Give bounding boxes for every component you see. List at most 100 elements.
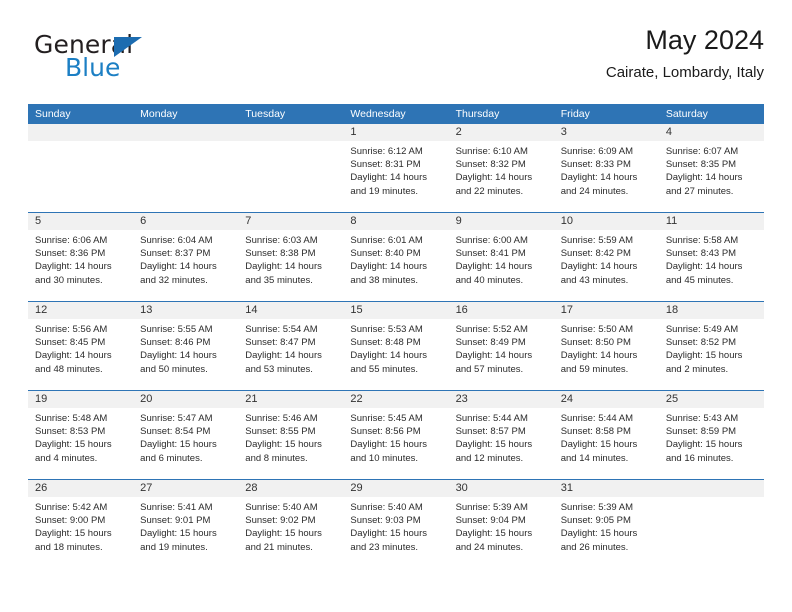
- calendar-page: General Blue May 2024 Cairate, Lombardy,…: [0, 0, 792, 612]
- sunset-text: Sunset: 8:32 PM: [455, 159, 526, 171]
- sunrise-text: Sunrise: 5:48 AM: [35, 413, 108, 424]
- sunrise-text: Sunrise: 6:07 AM: [665, 146, 739, 157]
- weekday-header-row: Sunday Monday Tuesday Wednesday Thursday…: [28, 104, 764, 124]
- day-cell[interactable]: 3 Sunrise: 6:09 AM Sunset: 8:33 PM Dayli…: [553, 124, 659, 212]
- day-cell[interactable]: 18 Sunrise: 5:49 AM Sunset: 8:52 PM Dayl…: [658, 302, 764, 390]
- daylight-text-line1: Daylight: 14 hours: [665, 172, 743, 184]
- daylight-text-line2: and 8 minutes.: [245, 452, 308, 464]
- daylight-text-line2: and 50 minutes.: [140, 363, 208, 375]
- day-cell[interactable]: 9 Sunrise: 6:00 AM Sunset: 8:41 PM Dayli…: [448, 213, 554, 301]
- daylight-text-line2: and 24 minutes.: [455, 541, 524, 553]
- day-details: Sunrise: 5:55 AM Sunset: 8:46 PM Dayligh…: [133, 319, 238, 376]
- day-cell[interactable]: 4 Sunrise: 6:07 AM Sunset: 8:35 PM Dayli…: [658, 124, 764, 212]
- daylight-text-line1: Daylight: 14 hours: [455, 350, 533, 362]
- day-number: 10: [553, 213, 659, 230]
- day-cell[interactable]: 14 Sunrise: 5:54 AM Sunset: 8:47 PM Dayl…: [238, 302, 344, 390]
- day-cell[interactable]: 5 Sunrise: 6:06 AM Sunset: 8:36 PM Dayli…: [28, 213, 134, 301]
- day-details: Sunrise: 5:40 AM Sunset: 9:02 PM Dayligh…: [238, 497, 343, 554]
- sunset-text: Sunset: 9:03 PM: [350, 515, 421, 527]
- day-cell[interactable]: 1 Sunrise: 6:12 AM Sunset: 8:31 PM Dayli…: [343, 124, 449, 212]
- daylight-text-line2: and 12 minutes.: [455, 452, 524, 464]
- day-number: 24: [553, 391, 659, 408]
- day-details: Sunrise: 6:01 AM Sunset: 8:40 PM Dayligh…: [343, 230, 448, 287]
- sunset-text: Sunset: 8:40 PM: [350, 248, 421, 260]
- sunset-text: Sunset: 8:33 PM: [560, 159, 631, 171]
- sunset-text: Sunset: 8:55 PM: [245, 426, 316, 438]
- daylight-text-line1: Daylight: 15 hours: [350, 439, 427, 451]
- day-cell[interactable]: 31 Sunrise: 5:39 AM Sunset: 9:05 PM Dayl…: [553, 480, 659, 568]
- day-details: Sunrise: 5:39 AM Sunset: 9:04 PM Dayligh…: [449, 497, 554, 554]
- daylight-text-line2: and 53 minutes.: [245, 363, 313, 375]
- day-details: Sunrise: 6:12 AM Sunset: 8:31 PM Dayligh…: [343, 141, 448, 198]
- day-cell[interactable]: 22 Sunrise: 5:45 AM Sunset: 8:56 PM Dayl…: [343, 391, 449, 479]
- day-cell[interactable]: 23 Sunrise: 5:44 AM Sunset: 8:57 PM Dayl…: [448, 391, 554, 479]
- day-cell[interactable]: 25 Sunrise: 5:43 AM Sunset: 8:59 PM Dayl…: [658, 391, 764, 479]
- daylight-text-line1: Daylight: 15 hours: [560, 528, 638, 540]
- sunset-text: Sunset: 8:52 PM: [665, 337, 737, 349]
- daylight-text-line2: and 40 minutes.: [455, 274, 524, 286]
- sunrise-text: Sunrise: 5:49 AM: [665, 324, 739, 335]
- day-details: Sunrise: 5:43 AM Sunset: 8:59 PM Dayligh…: [659, 408, 764, 465]
- sunrise-text: Sunrise: 5:42 AM: [35, 502, 108, 513]
- day-cell[interactable]: 2 Sunrise: 6:10 AM Sunset: 8:32 PM Dayli…: [448, 124, 554, 212]
- day-cell[interactable]: 16 Sunrise: 5:52 AM Sunset: 8:49 PM Dayl…: [448, 302, 554, 390]
- daylight-text-line1: Daylight: 14 hours: [560, 172, 638, 184]
- general-blue-logo[interactable]: General Blue: [34, 32, 264, 90]
- weekday-header-saturday: Saturday: [665, 108, 708, 120]
- day-number: 4: [658, 124, 764, 141]
- day-cell[interactable]: 26 Sunrise: 5:42 AM Sunset: 9:00 PM Dayl…: [28, 480, 134, 568]
- day-details: Sunrise: 5:41 AM Sunset: 9:01 PM Dayligh…: [133, 497, 238, 554]
- sunset-text: Sunset: 8:58 PM: [560, 426, 631, 438]
- daylight-text-line2: and 21 minutes.: [245, 541, 313, 553]
- day-details: Sunrise: 5:53 AM Sunset: 8:48 PM Dayligh…: [343, 319, 448, 376]
- sunrise-text: Sunrise: 6:04 AM: [140, 235, 213, 246]
- calendar-week-row: 1 Sunrise: 6:12 AM Sunset: 8:31 PM Dayli…: [28, 124, 764, 212]
- day-details: Sunrise: 5:46 AM Sunset: 8:55 PM Dayligh…: [238, 408, 343, 465]
- daylight-text-line2: and 48 minutes.: [35, 363, 103, 375]
- logo-text-blue: Blue: [65, 53, 121, 82]
- day-cell[interactable]: 6 Sunrise: 6:04 AM Sunset: 8:37 PM Dayli…: [133, 213, 239, 301]
- calendar-week-row: 19 Sunrise: 5:48 AM Sunset: 8:53 PM Dayl…: [28, 390, 764, 479]
- weekday-header-monday: Monday: [140, 108, 178, 120]
- day-number: 18: [658, 302, 764, 319]
- day-cell[interactable]: 8 Sunrise: 6:01 AM Sunset: 8:40 PM Dayli…: [343, 213, 449, 301]
- day-cell[interactable]: 17 Sunrise: 5:50 AM Sunset: 8:50 PM Dayl…: [553, 302, 659, 390]
- daylight-text-line2: and 55 minutes.: [350, 363, 419, 375]
- day-cell[interactable]: 7 Sunrise: 6:03 AM Sunset: 8:38 PM Dayli…: [238, 213, 344, 301]
- day-cell[interactable]: 13 Sunrise: 5:55 AM Sunset: 8:46 PM Dayl…: [133, 302, 239, 390]
- day-details: Sunrise: 5:59 AM Sunset: 8:42 PM Dayligh…: [554, 230, 659, 287]
- day-cell[interactable]: 15 Sunrise: 5:53 AM Sunset: 8:48 PM Dayl…: [343, 302, 449, 390]
- day-number: 28: [238, 480, 344, 497]
- page-header: General Blue May 2024 Cairate, Lombardy,…: [28, 25, 764, 96]
- day-cell[interactable]: 20 Sunrise: 5:47 AM Sunset: 8:54 PM Dayl…: [133, 391, 239, 479]
- day-cell[interactable]: 29 Sunrise: 5:40 AM Sunset: 9:03 PM Dayl…: [343, 480, 449, 568]
- day-number: 19: [28, 391, 134, 408]
- page-title: May 2024: [645, 25, 764, 55]
- day-cell[interactable]: 12 Sunrise: 5:56 AM Sunset: 8:45 PM Dayl…: [28, 302, 134, 390]
- daylight-text-line2: and 32 minutes.: [140, 274, 208, 286]
- daylight-text-line2: and 10 minutes.: [350, 452, 419, 464]
- calendar-week-row: 26 Sunrise: 5:42 AM Sunset: 9:00 PM Dayl…: [28, 479, 764, 568]
- daylight-text-line1: Daylight: 15 hours: [140, 439, 217, 451]
- day-cell[interactable]: 27 Sunrise: 5:41 AM Sunset: 9:01 PM Dayl…: [133, 480, 239, 568]
- daylight-text-line1: Daylight: 14 hours: [140, 261, 217, 273]
- daylight-text-line1: Daylight: 14 hours: [455, 261, 533, 273]
- day-cell[interactable]: 10 Sunrise: 5:59 AM Sunset: 8:42 PM Dayl…: [553, 213, 659, 301]
- day-cell[interactable]: 28 Sunrise: 5:40 AM Sunset: 9:02 PM Dayl…: [238, 480, 344, 568]
- day-details: Sunrise: 5:42 AM Sunset: 9:00 PM Dayligh…: [28, 497, 133, 554]
- sunrise-text: Sunrise: 5:52 AM: [455, 324, 528, 335]
- daylight-text-line1: Daylight: 14 hours: [140, 350, 217, 362]
- day-cell[interactable]: 24 Sunrise: 5:44 AM Sunset: 8:58 PM Dayl…: [553, 391, 659, 479]
- sunset-text: Sunset: 8:36 PM: [35, 248, 106, 260]
- day-cell[interactable]: 11 Sunrise: 5:58 AM Sunset: 8:43 PM Dayl…: [658, 213, 764, 301]
- daylight-text-line1: Daylight: 15 hours: [350, 528, 427, 540]
- daylight-text-line1: Daylight: 14 hours: [455, 172, 533, 184]
- day-cell[interactable]: 21 Sunrise: 5:46 AM Sunset: 8:55 PM Dayl…: [238, 391, 344, 479]
- sunrise-text: Sunrise: 5:41 AM: [140, 502, 213, 513]
- day-cell-empty: [238, 124, 344, 212]
- daylight-text-line1: Daylight: 15 hours: [665, 350, 743, 362]
- day-number: 22: [343, 391, 449, 408]
- sunset-text: Sunset: 8:37 PM: [140, 248, 211, 260]
- day-cell[interactable]: 19 Sunrise: 5:48 AM Sunset: 8:53 PM Dayl…: [28, 391, 134, 479]
- day-cell[interactable]: 30 Sunrise: 5:39 AM Sunset: 9:04 PM Dayl…: [448, 480, 554, 568]
